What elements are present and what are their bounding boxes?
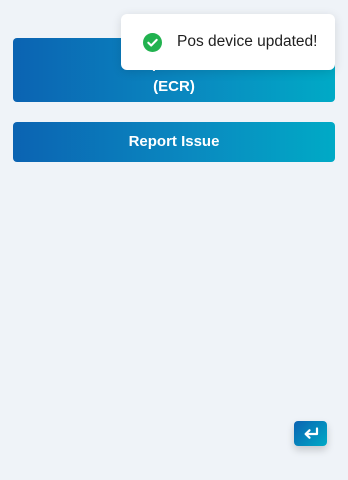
return-button[interactable] bbox=[294, 421, 327, 446]
check-circle-icon bbox=[143, 32, 162, 52]
update-button-label-line2: (ECR) bbox=[153, 78, 195, 95]
report-issue-button[interactable]: Report Issue bbox=[13, 122, 335, 162]
toast-message: Pos device updated! bbox=[177, 33, 318, 50]
success-toast: Pos device updated! bbox=[121, 14, 335, 70]
return-enter-icon bbox=[302, 426, 320, 441]
